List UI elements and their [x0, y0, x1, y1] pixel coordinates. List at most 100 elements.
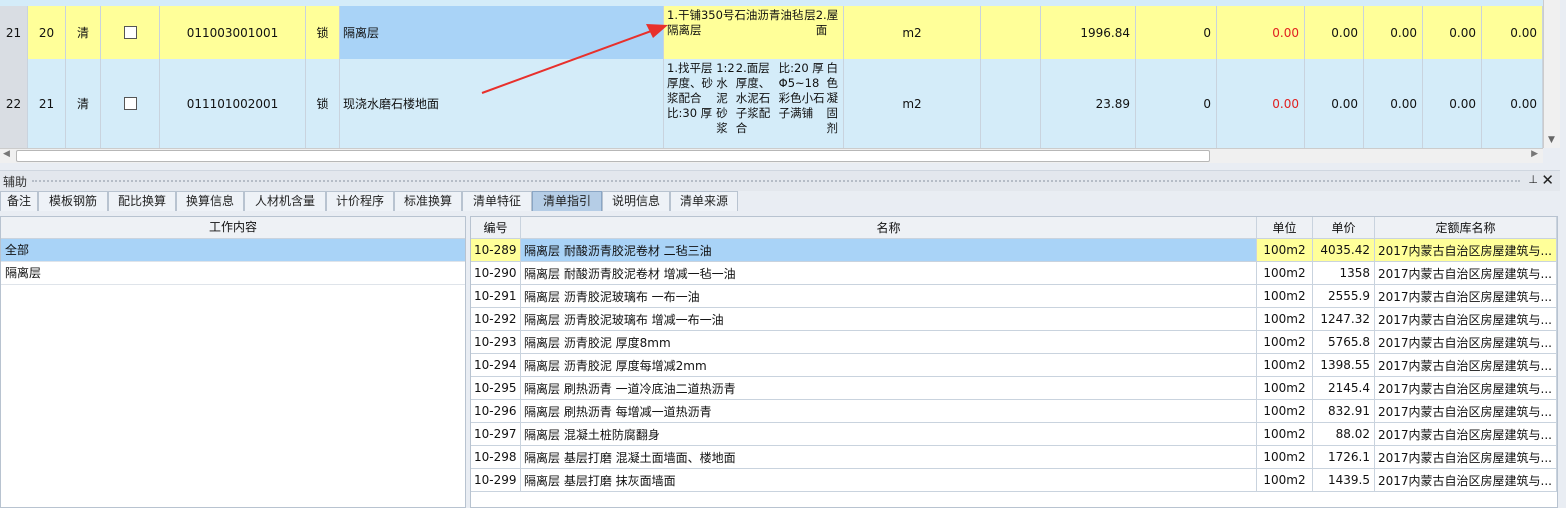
- tab-3[interactable]: 配比换算: [108, 191, 176, 211]
- feature-desc-cell[interactable]: 1.找平层厚度、砂浆配合比:30 厚 1:2 水泥砂浆 2.面层厚度、水泥石子浆配合…: [664, 59, 844, 148]
- quota-unit[interactable]: 100m2: [1257, 469, 1313, 491]
- quota-row[interactable]: 10-294 隔离层 沥青胶泥 厚度每增减2mm 100m2 1398.55 2017内…: [471, 354, 1557, 377]
- close-icon[interactable]: ✕: [1541, 171, 1554, 189]
- value-cell[interactable]: 0.00: [1423, 6, 1482, 59]
- quota-library[interactable]: 2017内蒙古自治区房屋建筑与...: [1375, 262, 1557, 284]
- unit-cell[interactable]: m2: [844, 59, 981, 148]
- tab-7[interactable]: 标准换算: [394, 191, 462, 211]
- quota-name[interactable]: 隔离层 耐酸沥青胶泥卷材 二毡三油: [521, 239, 1257, 261]
- quota-code[interactable]: 10-290: [471, 262, 521, 284]
- lock-cell[interactable]: 锁: [306, 6, 340, 59]
- tab-11[interactable]: 清单来源: [670, 191, 738, 211]
- value-cell[interactable]: 0.00: [1423, 59, 1482, 148]
- name-cell[interactable]: 现浇水磨石楼地面: [340, 59, 664, 148]
- quantity-cell[interactable]: 1996.84: [1041, 6, 1136, 59]
- feature-desc-cell[interactable]: 1.干铺350号石油沥青油毡隔离层层 2.屋面: [664, 6, 844, 59]
- quota-name[interactable]: 隔离层 沥青胶泥 厚度8mm: [521, 331, 1257, 353]
- quota-unit[interactable]: 100m2: [1257, 285, 1313, 307]
- quota-library[interactable]: 2017内蒙古自治区房屋建筑与...: [1375, 446, 1557, 468]
- quota-library[interactable]: 2017内蒙古自治区房屋建筑与...: [1375, 239, 1557, 261]
- quota-price[interactable]: 1726.1: [1313, 446, 1375, 468]
- quota-name[interactable]: 隔离层 沥青胶泥 厚度每增减2mm: [521, 354, 1257, 376]
- quota-row[interactable]: 10-295 隔离层 刷热沥青 一道冷底油二道热沥青 100m2 2145.4 2017…: [471, 377, 1557, 400]
- lock-cell[interactable]: 锁: [306, 59, 340, 148]
- quota-name[interactable]: 隔离层 基层打磨 抹灰面墙面: [521, 469, 1257, 491]
- quota-code[interactable]: 10-291: [471, 285, 521, 307]
- tab-9[interactable]: 清单指引: [532, 191, 602, 211]
- vertical-scrollbar[interactable]: ▼: [1543, 0, 1560, 148]
- quota-row[interactable]: 10-299 隔离层 基层打磨 抹灰面墙面 100m2 1439.5 2017内蒙古自治…: [471, 469, 1557, 492]
- quota-row[interactable]: 10-296 隔离层 刷热沥青 每增减一道热沥青 100m2 832.91 2017内蒙…: [471, 400, 1557, 423]
- quota-unit[interactable]: 100m2: [1257, 308, 1313, 330]
- quota-name[interactable]: 隔离层 刷热沥青 每增减一道热沥青: [521, 400, 1257, 422]
- type-cell[interactable]: 清: [66, 59, 101, 148]
- drag-handle[interactable]: [32, 180, 1520, 182]
- quota-price[interactable]: 1247.32: [1313, 308, 1375, 330]
- quota-price[interactable]: 1439.5: [1313, 469, 1375, 491]
- quota-name[interactable]: 隔离层 混凝土桩防腐翻身: [521, 423, 1257, 445]
- scroll-down-icon[interactable]: ▼: [1548, 135, 1555, 145]
- quota-unit[interactable]: 100m2: [1257, 377, 1313, 399]
- value-cell[interactable]: 0.00: [1482, 6, 1543, 59]
- quota-library[interactable]: 2017内蒙古自治区房屋建筑与...: [1375, 285, 1557, 307]
- quota-unit[interactable]: 100m2: [1257, 262, 1313, 284]
- quota-row[interactable]: 10-290 隔离层 耐酸沥青胶泥卷材 增减一毡一油 100m2 1358 2017内蒙…: [471, 262, 1557, 285]
- row-number[interactable]: 22: [0, 59, 28, 148]
- quota-code[interactable]: 10-295: [471, 377, 521, 399]
- tab-1[interactable]: 备注: [0, 191, 38, 211]
- code-cell[interactable]: 011101002001: [160, 59, 306, 148]
- quota-price[interactable]: 88.02: [1313, 423, 1375, 445]
- quota-code[interactable]: 10-289: [471, 239, 521, 261]
- quota-name[interactable]: 隔离层 沥青胶泥玻璃布 增减一布一油: [521, 308, 1257, 330]
- quota-unit[interactable]: 100m2: [1257, 423, 1313, 445]
- quota-name[interactable]: 隔离层 基层打磨 混凝土面墙面、楼地面: [521, 446, 1257, 468]
- quota-row[interactable]: 10-291 隔离层 沥青胶泥玻璃布 一布一油 100m2 2555.9 2017内蒙古…: [471, 285, 1557, 308]
- value-cell[interactable]: 0.00: [1305, 59, 1364, 148]
- value-cell[interactable]: 0: [1136, 6, 1217, 59]
- value-cell[interactable]: 0: [1136, 59, 1217, 148]
- quota-row[interactable]: 10-289 隔离层 耐酸沥青胶泥卷材 二毡三油 100m2 4035.42 2017内…: [471, 239, 1557, 262]
- quota-unit[interactable]: 100m2: [1257, 239, 1313, 261]
- quota-name[interactable]: 隔离层 刷热沥青 一道冷底油二道热沥青: [521, 377, 1257, 399]
- quota-code[interactable]: 10-292: [471, 308, 521, 330]
- quota-name[interactable]: 隔离层 耐酸沥青胶泥卷材 增减一毡一油: [521, 262, 1257, 284]
- quota-unit[interactable]: 100m2: [1257, 400, 1313, 422]
- quota-row[interactable]: 10-298 隔离层 基层打磨 混凝土面墙面、楼地面 100m2 1726.1 2017…: [471, 446, 1557, 469]
- tab-4[interactable]: 换算信息: [176, 191, 244, 211]
- quota-row[interactable]: 10-293 隔离层 沥青胶泥 厚度8mm 100m2 5765.8 2017内蒙古自治…: [471, 331, 1557, 354]
- quota-code[interactable]: 10-294: [471, 354, 521, 376]
- value-cell[interactable]: 0.00: [1364, 6, 1423, 59]
- code-cell[interactable]: 011003001001: [160, 6, 306, 59]
- price-cell[interactable]: 0.00: [1217, 6, 1305, 59]
- work-content-item[interactable]: 全部: [1, 239, 465, 262]
- row-number[interactable]: 21: [0, 6, 28, 59]
- quota-code[interactable]: 10-297: [471, 423, 521, 445]
- quota-unit[interactable]: 100m2: [1257, 331, 1313, 353]
- col-header-unit[interactable]: 单位: [1257, 217, 1313, 238]
- scrollbar-thumb[interactable]: [16, 150, 1210, 162]
- blank-cell[interactable]: [981, 6, 1041, 59]
- tab-5[interactable]: 人材机含量: [244, 191, 326, 211]
- col-header-name[interactable]: 名称: [521, 217, 1257, 238]
- quota-code[interactable]: 10-299: [471, 469, 521, 491]
- quota-code[interactable]: 10-293: [471, 331, 521, 353]
- bill-grid[interactable]: 21 20 清 011003001001 锁隔离层 1.干铺350号石油沥青油毡隔离层层 2…: [0, 0, 1560, 148]
- quota-name[interactable]: 隔离层 沥青胶泥玻璃布 一布一油: [521, 285, 1257, 307]
- quantity-cell[interactable]: 23.89: [1041, 59, 1136, 148]
- tab-10[interactable]: 说明信息: [602, 191, 670, 211]
- bill-row[interactable]: 22 21 清 011101002001 锁现浇水磨石楼地面 1.找平层厚度、砂浆配合比:…: [0, 59, 1543, 148]
- type-cell[interactable]: 清: [66, 6, 101, 59]
- work-content-item[interactable]: 隔离层: [1, 262, 465, 285]
- tab-6[interactable]: 计价程序: [326, 191, 394, 211]
- value-cell[interactable]: 0.00: [1364, 59, 1423, 148]
- quota-code[interactable]: 10-298: [471, 446, 521, 468]
- quota-row[interactable]: 10-297 隔离层 混凝土桩防腐翻身 100m2 88.02 2017内蒙古自治区房屋…: [471, 423, 1557, 446]
- seq-cell[interactable]: 21: [28, 59, 66, 148]
- tab-8[interactable]: 清单特征: [462, 191, 532, 211]
- bill-row[interactable]: 21 20 清 011003001001 锁隔离层 1.干铺350号石油沥青油毡隔离层层 2…: [0, 6, 1543, 60]
- scroll-right-icon[interactable]: ▶: [1531, 149, 1538, 159]
- col-header-code[interactable]: 编号: [471, 217, 521, 238]
- quota-price[interactable]: 1398.55: [1313, 354, 1375, 376]
- quota-price[interactable]: 1358: [1313, 262, 1375, 284]
- tab-2[interactable]: 模板钢筋: [38, 191, 108, 211]
